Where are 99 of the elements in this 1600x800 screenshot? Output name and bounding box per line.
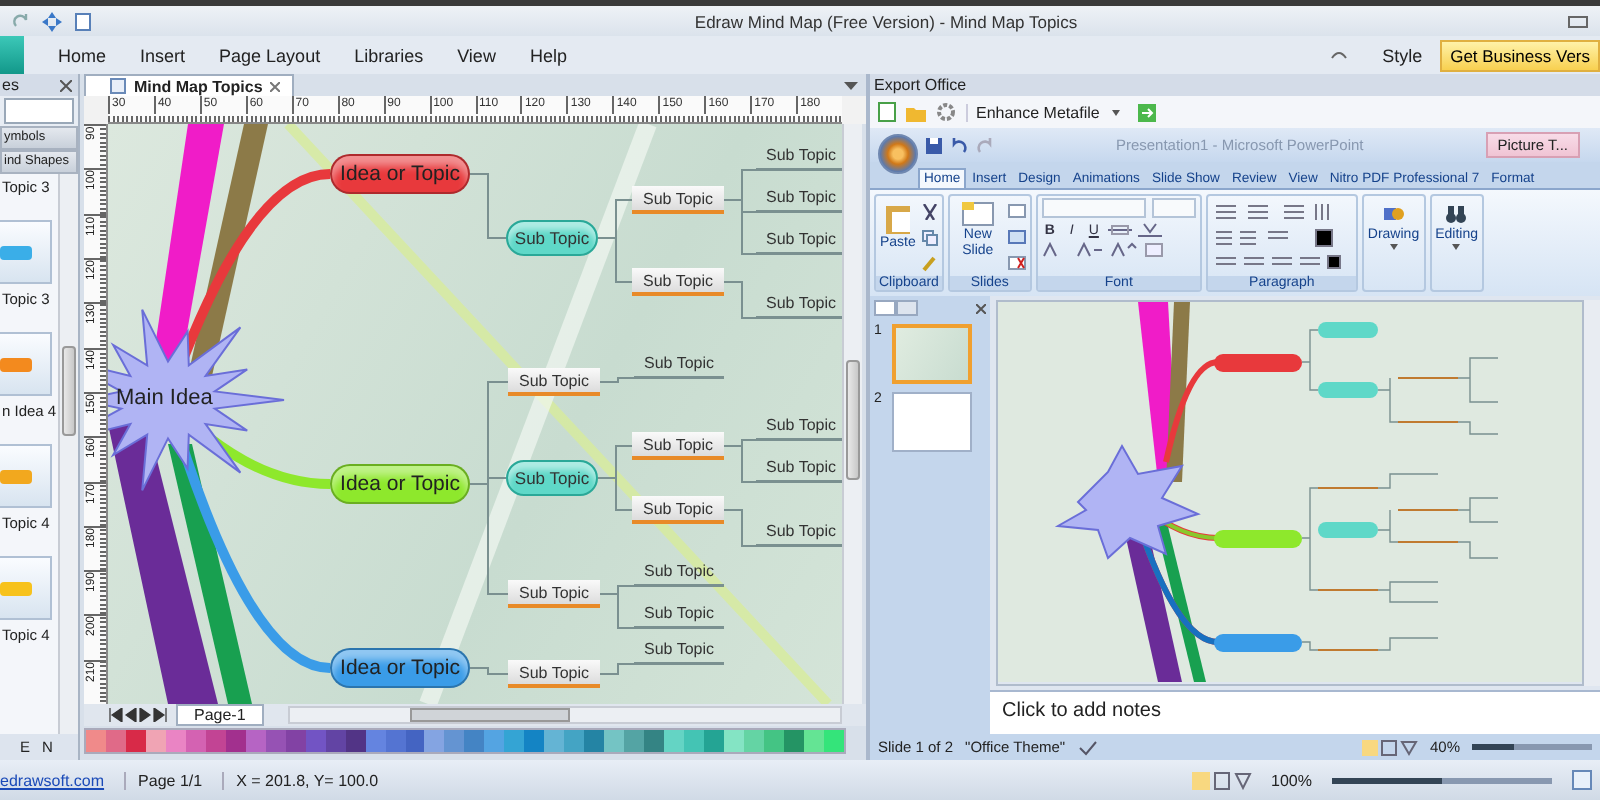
topic-node[interactable]: Sub Topic (506, 220, 598, 256)
scroll-bar[interactable] (287, 706, 842, 724)
topic-node[interactable]: Sub Topic (632, 186, 724, 214)
cursor-coordinates: X = 201.8, Y= 100.0 (222, 771, 379, 789)
topic-node[interactable]: Idea or Topic (330, 464, 470, 504)
dropdown-icon[interactable] (844, 81, 858, 89)
scissors-icon[interactable] (921, 203, 938, 219)
topic-node[interactable]: Sub Topic (632, 432, 724, 460)
office-button[interactable] (878, 133, 918, 173)
connector-line (599, 663, 725, 675)
page-navigation-icon[interactable] (108, 708, 168, 722)
fit-page-icon[interactable] (1572, 770, 1592, 790)
strikethrough-icon[interactable] (1107, 222, 1132, 238)
topic-node[interactable]: Sub Topic (634, 350, 724, 378)
delete-slide-icon[interactable] (1007, 256, 1026, 270)
brush-icon[interactable] (921, 255, 938, 271)
shapes-icon (1381, 202, 1406, 226)
connector-line (469, 173, 507, 239)
slide-thumbnail[interactable] (892, 324, 972, 384)
copy-icon[interactable] (921, 229, 938, 245)
new-document-icon[interactable] (878, 102, 896, 122)
change-case-icon[interactable] (1075, 242, 1104, 258)
topic-node[interactable]: Idea or Topic (330, 154, 470, 194)
zoom-slider[interactable] (1332, 777, 1552, 783)
topic-node[interactable]: Sub Topic (634, 558, 724, 586)
topic-node[interactable]: Idea or Topic (330, 648, 470, 688)
menu-item[interactable]: Help (529, 45, 567, 65)
search-field[interactable] (4, 98, 74, 124)
connector-line (723, 509, 842, 547)
slide-thumbnail[interactable] (892, 392, 972, 452)
topic-node[interactable]: Sub Topic (508, 368, 600, 396)
minimize-icon[interactable] (1568, 15, 1588, 27)
connector-line (723, 281, 842, 319)
close-icon[interactable] (976, 303, 986, 313)
topic-node[interactable]: Sub Topic (634, 600, 724, 628)
zoom-level: 100% (1271, 771, 1312, 789)
connector-line (599, 377, 725, 383)
reset-icon[interactable] (1007, 230, 1026, 244)
save-icon[interactable] (926, 137, 942, 153)
close-icon[interactable] (60, 79, 72, 91)
page-tab[interactable]: Page-1 (176, 704, 264, 726)
menu-item[interactable]: Insert (140, 45, 186, 65)
spacing-icon[interactable] (1137, 222, 1162, 238)
menu-item[interactable]: Libraries (354, 45, 424, 65)
window-title: Edraw Mind Map (Free Version) - Mind Map Topics (692, 11, 1080, 31)
topic-node[interactable]: Sub Topic (508, 580, 600, 608)
notes-field[interactable]: Click to add notes (990, 690, 1600, 734)
page-indicator: Page 1/1 (124, 771, 203, 789)
slides-tab-icon[interactable] (874, 300, 918, 316)
topic-node[interactable]: Sub Topic (634, 636, 724, 664)
shape-thumbnail[interactable] (0, 444, 52, 508)
shape-thumbnail[interactable] (0, 556, 52, 620)
font-size-field[interactable] (1151, 198, 1196, 218)
layout-icon[interactable] (1007, 204, 1026, 218)
spellcheck-icon[interactable] (1077, 739, 1098, 755)
clear-format-icon[interactable] (1143, 242, 1164, 258)
scroll-bar[interactable] (842, 124, 862, 704)
topic-node[interactable]: Sub Topic (506, 460, 598, 496)
panel-title: Export Office (874, 76, 967, 94)
main-idea-label: Main Idea (116, 386, 213, 410)
close-icon[interactable] (270, 81, 281, 91)
binoculars-icon (1444, 202, 1469, 226)
style-menu[interactable]: Style (1382, 45, 1423, 65)
zoom-slider[interactable] (1472, 744, 1592, 750)
scroll-bar[interactable] (1584, 300, 1600, 686)
clipboard-icon (883, 202, 912, 234)
ruler-corner (84, 96, 108, 124)
grow-font-icon[interactable] (1109, 242, 1138, 258)
color-palette[interactable] (84, 728, 846, 754)
topic-node[interactable]: Sub Topic (508, 660, 600, 688)
website-link[interactable]: edrawsoft.com (0, 771, 105, 789)
style-icon (1330, 48, 1349, 62)
document-icon[interactable] (74, 11, 92, 31)
view-buttons-icon[interactable] (1361, 739, 1418, 755)
slide-icon (961, 202, 994, 226)
format-dropdown[interactable]: Enhance Metafile (966, 103, 1128, 121)
connector-line (597, 477, 633, 511)
font-name-field[interactable] (1041, 198, 1146, 218)
move-icon[interactable] (42, 11, 62, 31)
upgrade-button[interactable]: Get Business Vers (1440, 39, 1600, 71)
document-icon (110, 78, 126, 94)
connector-line (597, 237, 633, 283)
settings-icon[interactable] (936, 102, 956, 122)
menu-item[interactable]: Home (58, 45, 107, 65)
shape-thumbnail[interactable] (0, 332, 52, 396)
export-icon[interactable] (1137, 103, 1156, 121)
undo-icon[interactable] (950, 137, 968, 153)
menu-item[interactable]: View (457, 45, 496, 65)
connector-line (469, 667, 509, 675)
document-tab[interactable]: Mind Map Topics (84, 74, 295, 96)
shape-thumbnail[interactable] (0, 220, 52, 284)
panel-title: es (2, 76, 19, 94)
menu-item[interactable]: Page Layout (219, 45, 321, 65)
scroll-bar[interactable] (58, 174, 78, 734)
topic-node[interactable]: Sub Topic (632, 496, 724, 524)
redo-icon[interactable] (976, 137, 994, 153)
topic-node[interactable]: Sub Topic (632, 268, 724, 296)
redo-icon[interactable] (12, 12, 30, 30)
view-buttons-icon[interactable] (1191, 771, 1252, 789)
